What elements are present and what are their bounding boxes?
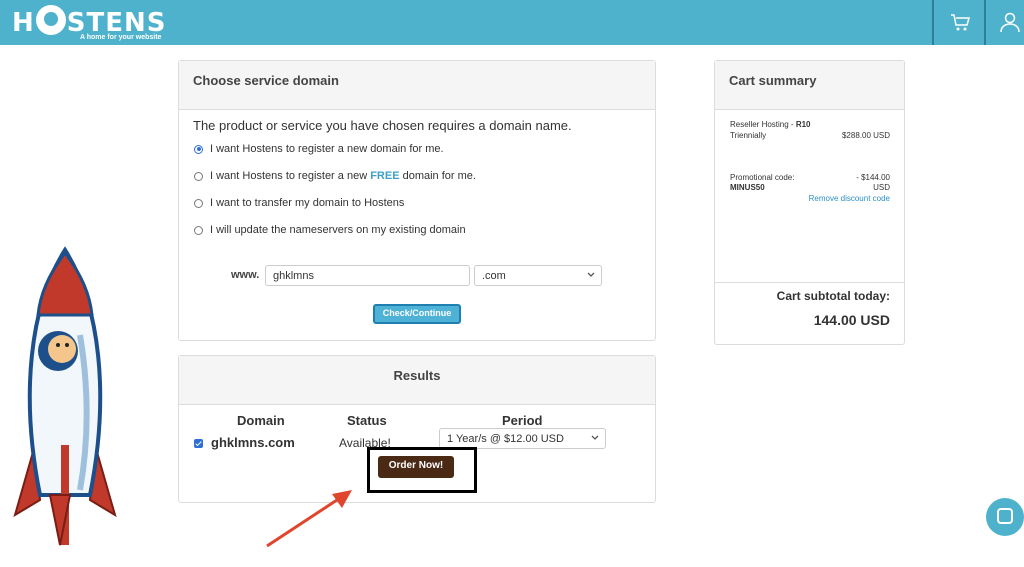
top-navbar: H STENS A home for your website [0, 0, 1024, 45]
column-header-status: Status [347, 413, 387, 428]
free-highlight: FREE [370, 170, 400, 182]
result-domain: ghklmns.com [211, 435, 295, 450]
option-label: I want Hostens to register a new domain … [210, 143, 444, 155]
panel-header: Choose service domain [179, 61, 655, 110]
chevron-down-icon [591, 435, 599, 440]
header-divider [932, 0, 934, 45]
domain-name-input[interactable]: ghklmns [265, 265, 470, 286]
panel-title: Choose service domain [193, 73, 339, 88]
cart-billing-cycle: Triennially [730, 131, 767, 140]
column-header-period: Period [502, 413, 543, 428]
subtotal-value: 144.00 USD [813, 312, 890, 328]
panel-header: Cart summary [715, 61, 904, 110]
rocket-illustration [13, 246, 117, 546]
column-header-domain: Domain [237, 413, 285, 428]
logo-tagline: A home for your website [80, 34, 162, 41]
www-label: www. [231, 269, 260, 281]
radio-button[interactable] [194, 198, 203, 208]
promo-amount: - $144.00 [856, 173, 890, 182]
cart-product-name: Reseller Hosting - R10 [730, 120, 811, 129]
domain-checkbox[interactable] [194, 439, 203, 448]
remove-discount-link[interactable]: Remove discount code [809, 194, 890, 203]
option-register-new[interactable]: I want Hostens to register a new domain … [194, 143, 444, 155]
tld-selected-value: .com [482, 270, 506, 282]
domain-prompt: The product or service you have chosen r… [193, 118, 572, 133]
logo[interactable]: H STENS A home for your website [12, 3, 172, 43]
radio-button[interactable] [194, 171, 203, 181]
subtotal-label: Cart subtotal today: [776, 289, 890, 303]
radio-button[interactable] [194, 144, 203, 154]
chat-icon [997, 508, 1013, 524]
cart-icon[interactable] [948, 10, 972, 34]
period-selected-value: 1 Year/s @ $12.00 USD [447, 433, 564, 445]
promo-code: MINUS50 [730, 183, 765, 192]
option-label: I will update the nameservers on my exis… [210, 224, 466, 236]
bear-logo-icon [35, 5, 66, 35]
cart-summary-panel: Cart summary Reseller Hosting - R10 Trie… [714, 60, 905, 345]
promo-currency: USD [873, 183, 890, 192]
chat-button[interactable] [986, 498, 1024, 536]
choose-domain-panel: Choose service domain The product or ser… [178, 60, 656, 341]
option-transfer[interactable]: I want to transfer my domain to Hostens [194, 197, 404, 209]
annotation-highlight-box [367, 447, 477, 493]
divider [715, 282, 904, 283]
option-register-free[interactable]: I want Hostens to register a new FREE do… [194, 170, 476, 182]
cart-title: Cart summary [729, 73, 817, 88]
option-nameservers[interactable]: I will update the nameservers on my exis… [194, 224, 466, 236]
user-icon[interactable] [998, 10, 1022, 34]
check-continue-button[interactable]: Check/Continue [373, 304, 461, 324]
results-title: Results [393, 368, 441, 383]
option-label: I want to transfer my domain to Hostens [210, 197, 405, 209]
chevron-down-icon [587, 272, 595, 277]
header-divider [984, 0, 986, 45]
promo-label: Promotional code: [730, 173, 795, 182]
radio-button[interactable] [194, 225, 203, 235]
period-select[interactable]: 1 Year/s @ $12.00 USD [439, 428, 606, 449]
cart-product-price: $288.00 USD [841, 131, 890, 140]
panel-header: Results [179, 356, 655, 405]
tld-select[interactable]: .com [474, 265, 602, 286]
annotation-arrow-icon [266, 490, 352, 548]
option-label: I want Hostens to register a new FREE do… [210, 170, 476, 182]
